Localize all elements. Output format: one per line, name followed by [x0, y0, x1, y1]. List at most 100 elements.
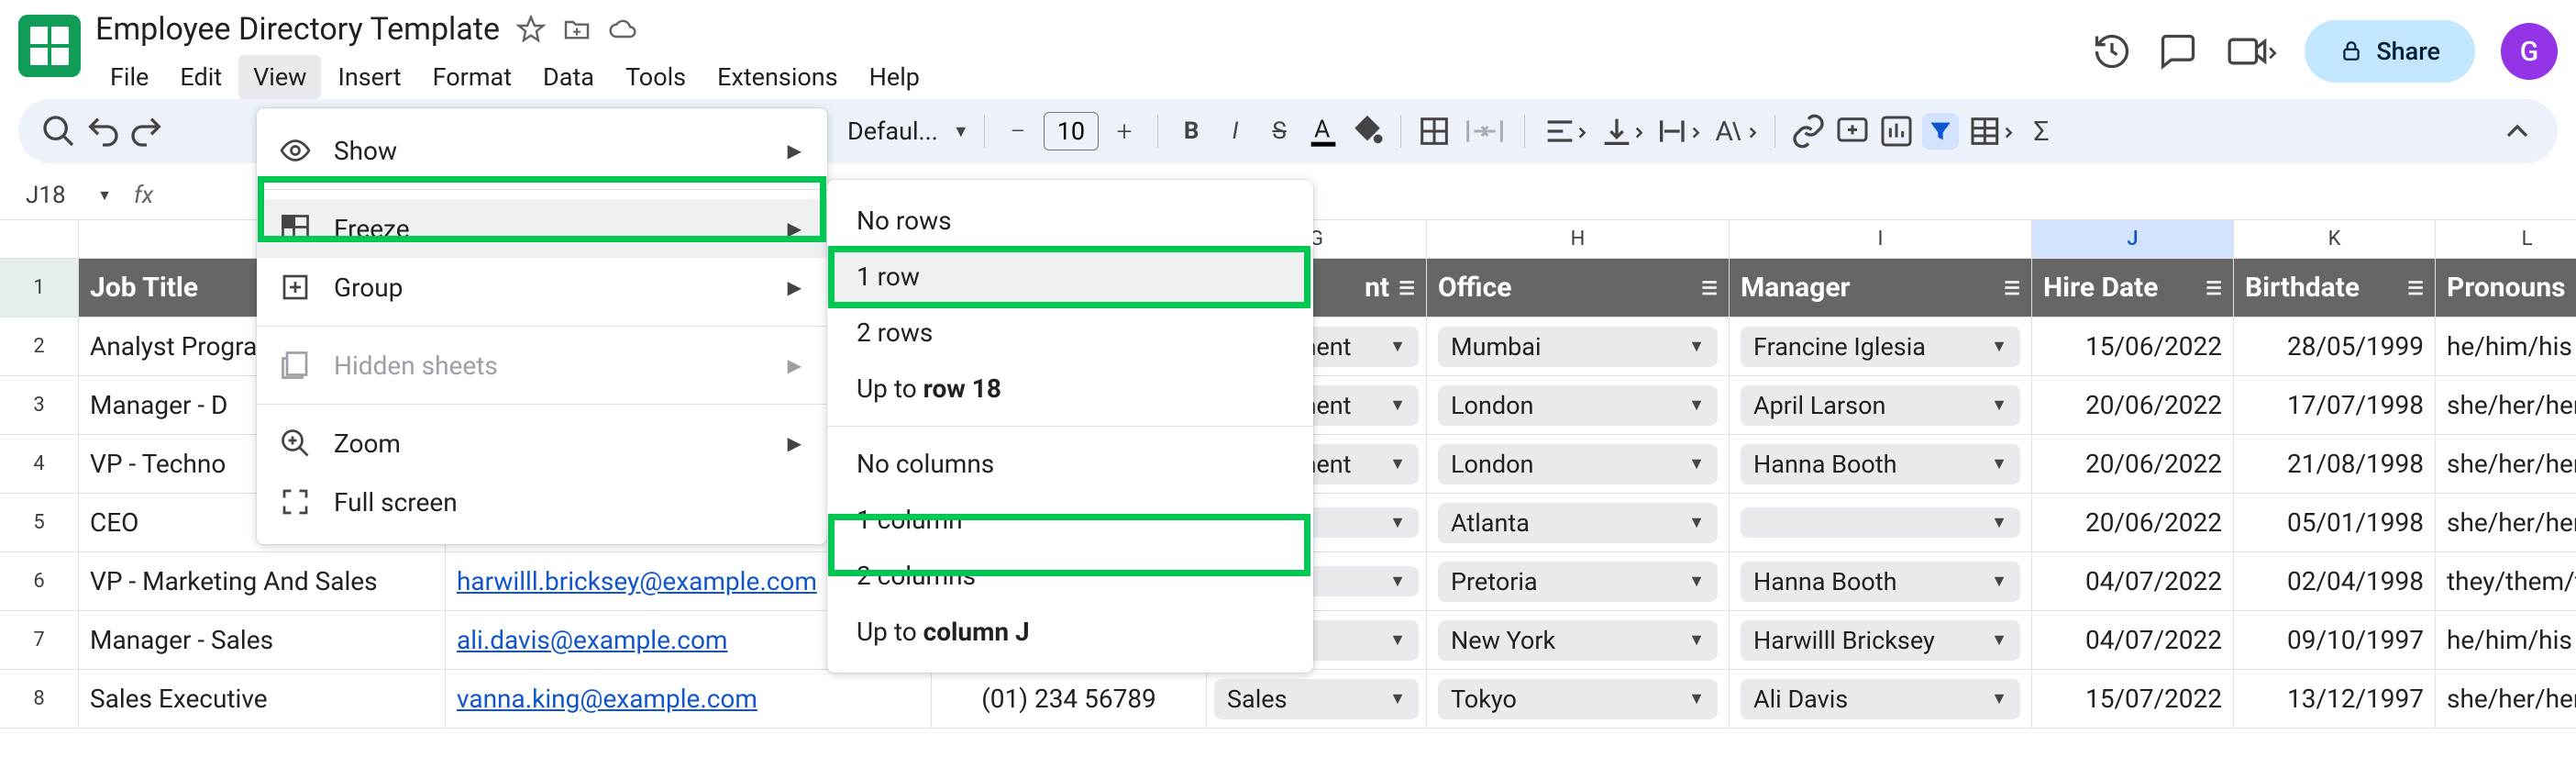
bold-icon[interactable]: B [1173, 113, 1210, 150]
borders-icon[interactable] [1416, 113, 1453, 150]
cell-pronouns[interactable]: she/her/hers [2436, 435, 2576, 494]
row-header-4[interactable]: 4 [0, 435, 79, 494]
freeze-no-rows[interactable]: No rows [827, 193, 1313, 249]
cell-birth[interactable]: 05/01/1998 [2234, 494, 2436, 552]
wrap-icon[interactable] [1653, 113, 1703, 150]
col-header-k[interactable]: K [2234, 220, 2436, 259]
select-all-corner[interactable] [0, 220, 79, 259]
row-header-5[interactable]: 5 [0, 494, 79, 552]
star-icon[interactable] [516, 15, 546, 44]
cloud-icon[interactable] [608, 15, 637, 44]
filter-icon[interactable] [1922, 113, 1959, 150]
cell-birth[interactable]: 21/08/1998 [2234, 435, 2436, 494]
table-view-icon[interactable] [1966, 113, 2016, 150]
menu-help[interactable]: Help [855, 55, 934, 99]
view-zoom[interactable]: Zoom ▶ [257, 414, 827, 473]
avatar[interactable]: G [2501, 23, 2558, 80]
valign-icon[interactable] [1597, 113, 1646, 150]
redo-icon[interactable] [128, 113, 165, 150]
header-birth[interactable]: Birthdate☰ [2234, 259, 2436, 317]
name-box[interactable]: J18 ▼ [18, 174, 119, 217]
cell-office[interactable]: London▼ [1427, 435, 1730, 494]
col-header-i[interactable]: I [1730, 220, 2032, 259]
freeze-upto-row[interactable]: Up to row 18 [827, 361, 1313, 417]
cell-title[interactable]: VP - Marketing And Sales [79, 552, 446, 611]
menu-data[interactable]: Data [528, 55, 609, 99]
cell-pronouns[interactable]: they/them/th [2436, 552, 2576, 611]
merge-icon[interactable] [1460, 113, 1509, 150]
menu-view[interactable]: View [238, 55, 321, 99]
col-header-j[interactable]: J [2032, 220, 2234, 259]
font-increase-icon[interactable]: + [1106, 113, 1143, 150]
document-title[interactable]: Employee Directory Template [95, 11, 500, 48]
halign-icon[interactable] [1540, 113, 1589, 150]
freeze-2-rows[interactable]: 2 rows [827, 305, 1313, 361]
cell-office[interactable]: Atlanta▼ [1427, 494, 1730, 552]
cell-office[interactable]: Mumbai▼ [1427, 317, 1730, 376]
cell-hire[interactable]: 20/06/2022 [2032, 494, 2234, 552]
menu-file[interactable]: File [95, 55, 163, 99]
cell-birth[interactable]: 13/12/1997 [2234, 670, 2436, 729]
col-header-h[interactable]: H [1427, 220, 1730, 259]
cell-manager[interactable]: Francine Iglesia▼ [1730, 317, 2032, 376]
row-header-1[interactable]: 1 [0, 259, 79, 317]
cell-manager[interactable]: Hanna Booth▼ [1730, 552, 2032, 611]
header-office[interactable]: Office☰ [1427, 259, 1730, 317]
menu-edit[interactable]: Edit [165, 55, 237, 99]
chart-icon[interactable] [1878, 113, 1915, 150]
undo-icon[interactable] [84, 113, 121, 150]
collapse-icon[interactable] [2499, 113, 2536, 150]
cell-hire[interactable]: 15/06/2022 [2032, 317, 2234, 376]
italic-icon[interactable]: I [1217, 113, 1254, 150]
menu-insert[interactable]: Insert [323, 55, 415, 99]
cell-pronouns[interactable]: she/her/hers [2436, 670, 2576, 729]
cell-hire[interactable]: 04/07/2022 [2032, 552, 2234, 611]
freeze-1-col[interactable]: 1 column [827, 492, 1313, 548]
row-header-3[interactable]: 3 [0, 376, 79, 435]
freeze-upto-col[interactable]: Up to column J [827, 604, 1313, 660]
search-icon[interactable] [40, 113, 77, 150]
header-manager[interactable]: Manager☰ [1730, 259, 2032, 317]
menu-tools[interactable]: Tools [611, 55, 701, 99]
strikethrough-icon[interactable]: S [1261, 113, 1298, 150]
cell-hire[interactable]: 15/07/2022 [2032, 670, 2234, 729]
row-header-7[interactable]: 7 [0, 611, 79, 670]
cell-title[interactable]: Sales Executive [79, 670, 446, 729]
col-header-l[interactable]: L [2436, 220, 2576, 259]
view-freeze[interactable]: Freeze ▶ [257, 199, 827, 258]
meet-icon[interactable] [2224, 31, 2279, 72]
cell-title[interactable]: Manager - Sales [79, 611, 446, 670]
cell-manager[interactable]: Harwilll Bricksey▼ [1730, 611, 2032, 670]
freeze-1-row[interactable]: 1 row [827, 249, 1313, 305]
comment-icon[interactable] [2158, 31, 2198, 72]
cell-birth[interactable]: 17/07/1998 [2234, 376, 2436, 435]
row-header-6[interactable]: 6 [0, 552, 79, 611]
cell-hire[interactable]: 04/07/2022 [2032, 611, 2234, 670]
cell-hire[interactable]: 20/06/2022 [2032, 435, 2234, 494]
view-fullscreen[interactable]: Full screen [257, 473, 827, 531]
cell-pronouns[interactable]: she/her/hers [2436, 494, 2576, 552]
cell-birth[interactable]: 09/10/1997 [2234, 611, 2436, 670]
font-decrease-icon[interactable]: − [1000, 113, 1036, 150]
header-hire[interactable]: Hire Date☰ [2032, 259, 2234, 317]
cell-manager[interactable]: Hanna Booth▼ [1730, 435, 2032, 494]
view-show[interactable]: Show ▶ [257, 121, 827, 180]
cell-pronouns[interactable]: he/him/his [2436, 611, 2576, 670]
fill-color-icon[interactable] [1349, 113, 1386, 150]
cell-office[interactable]: London▼ [1427, 376, 1730, 435]
cell-office[interactable]: Tokyo▼ [1427, 670, 1730, 729]
freeze-2-cols[interactable]: 2 columns [827, 548, 1313, 604]
link-icon[interactable] [1790, 113, 1827, 150]
font-selector[interactable]: Defaul... [840, 117, 945, 146]
functions-icon[interactable]: Σ [2023, 113, 2060, 150]
text-color-icon[interactable]: A [1305, 113, 1342, 150]
cell-birth[interactable]: 02/04/1998 [2234, 552, 2436, 611]
cell-birth[interactable]: 28/05/1999 [2234, 317, 2436, 376]
freeze-no-cols[interactable]: No columns [827, 436, 1313, 492]
share-button[interactable]: Share [2305, 20, 2475, 83]
header-pronouns[interactable]: Pronouns [2436, 259, 2576, 317]
cell-manager[interactable]: April Larson▼ [1730, 376, 2032, 435]
menu-format[interactable]: Format [418, 55, 526, 99]
history-icon[interactable] [2092, 31, 2132, 72]
cell-pronouns[interactable]: he/him/his [2436, 317, 2576, 376]
